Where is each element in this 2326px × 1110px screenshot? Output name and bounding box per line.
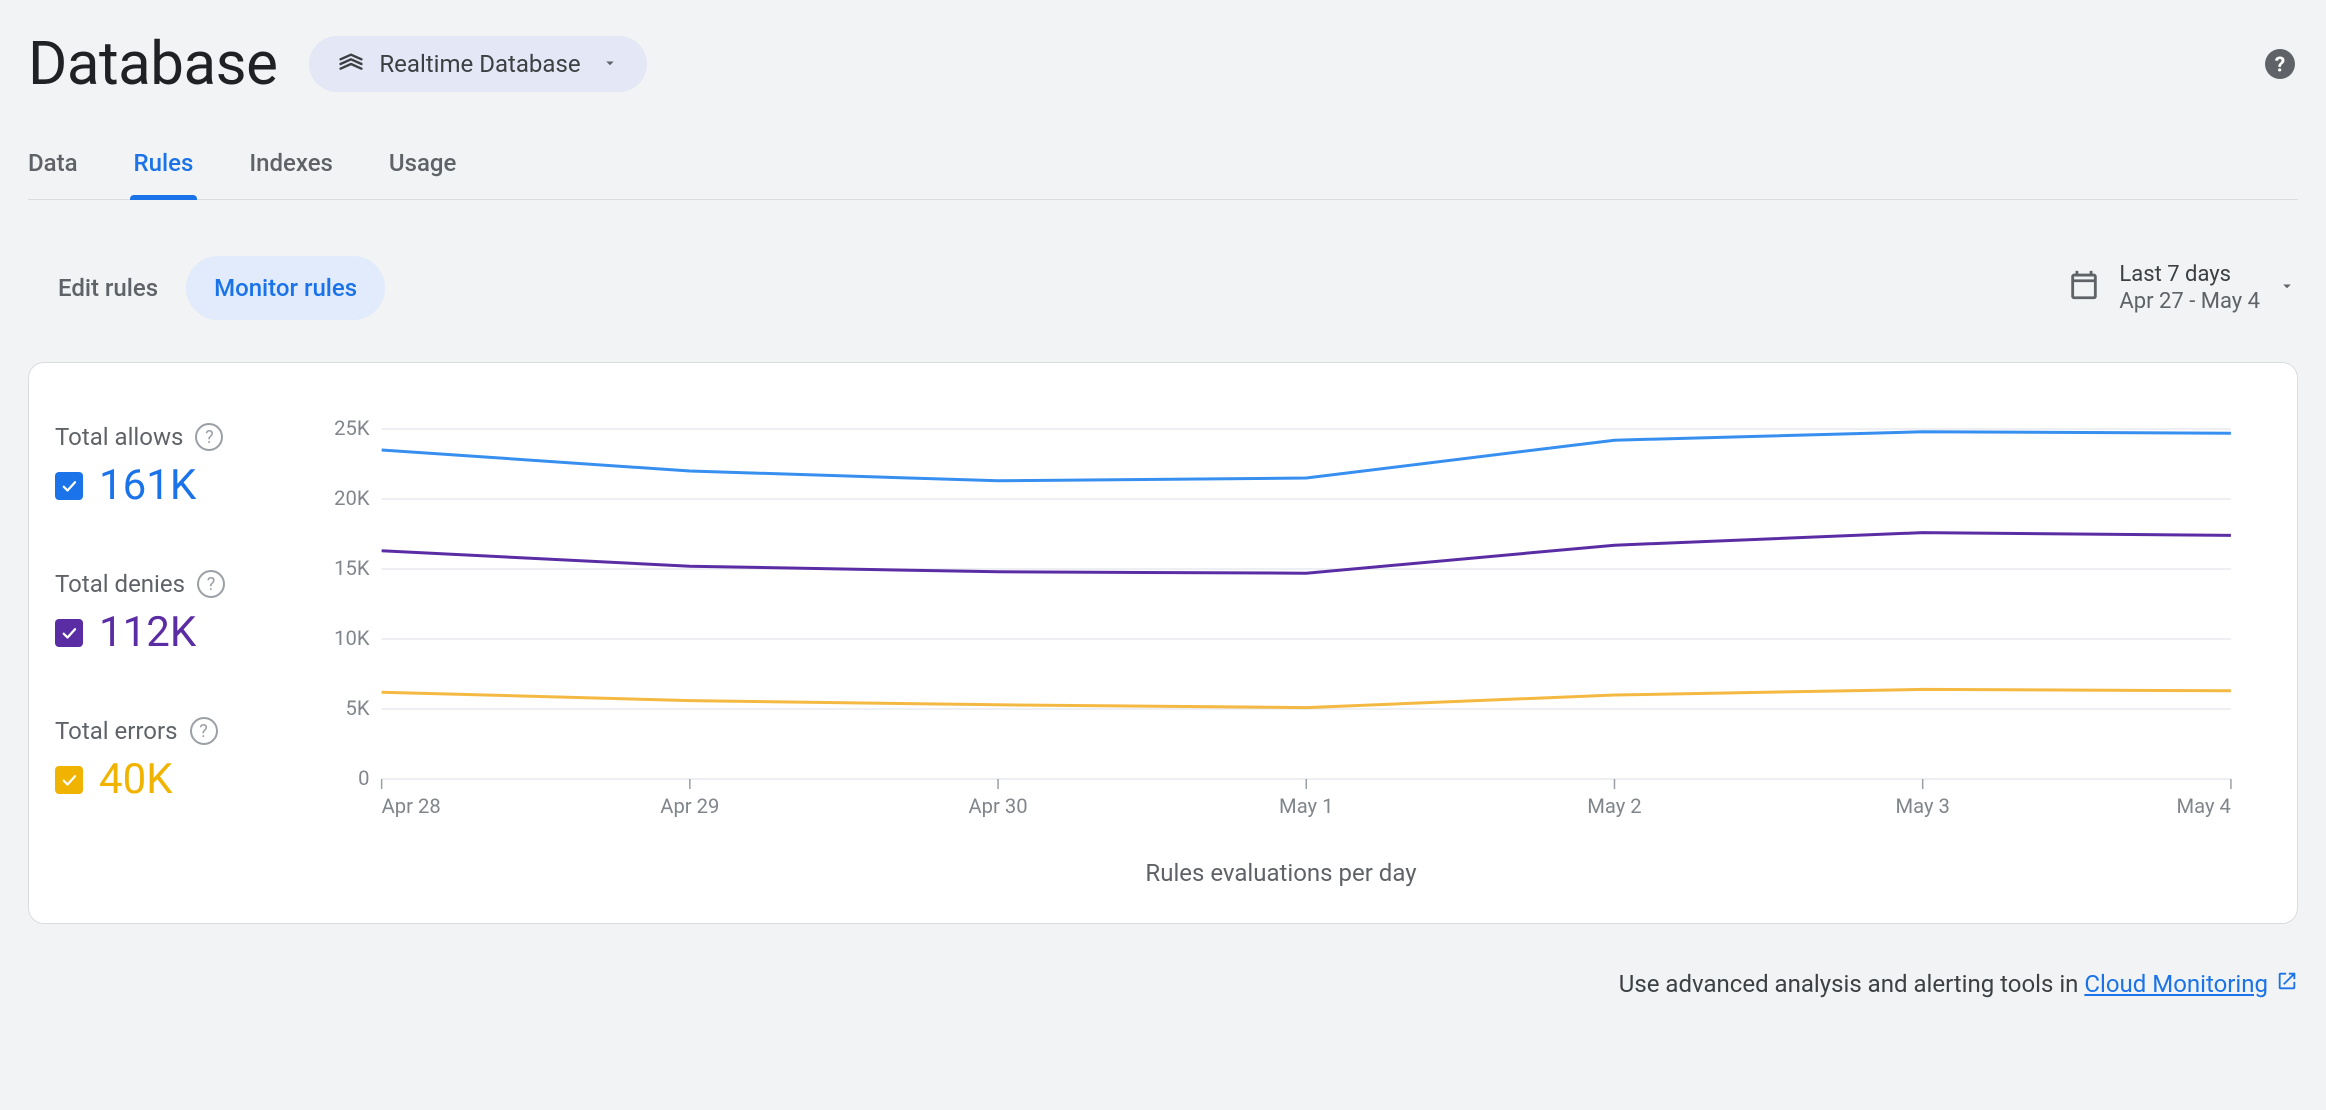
subtab-monitor-rules[interactable]: Monitor rules [186,256,385,320]
metric-denies-value: 112K [99,608,196,657]
svg-text:Apr 29: Apr 29 [660,794,719,818]
cloud-monitoring-hint: Use advanced analysis and alerting tools… [28,970,2298,998]
realtime-database-icon [337,50,365,78]
help-allows-icon[interactable]: ? [195,423,223,451]
legend-item-allows: Total allows ? 161K [55,423,285,510]
legend-denies-label: Total denies [55,570,185,598]
tab-rules[interactable]: Rules [134,149,194,199]
rules-evaluations-chart: 0 5K 10K 15K 20K 25K Apr 28 Apr 29 Apr 30 May 1 Ma… [321,419,2241,887]
svg-text:?: ? [2275,53,2285,77]
legend-allows-label: Total allows [55,423,183,451]
svg-text:20K: 20K [334,486,370,510]
chart-legend: Total allows ? 161K Total denies ? 112K [55,419,285,887]
legend-item-denies: Total denies ? 112K [55,570,285,657]
metric-errors-value: 40K [99,755,173,804]
svg-text:Apr 30: Apr 30 [969,794,1028,818]
help-denies-icon[interactable]: ? [197,570,225,598]
svg-text:15K: 15K [334,556,370,580]
checkbox-denies[interactable] [55,619,83,647]
svg-text:Apr 28: Apr 28 [382,794,441,818]
svg-text:10K: 10K [334,626,370,650]
svg-text:5K: 5K [345,696,369,720]
page-title: Database [28,28,277,99]
svg-text:25K: 25K [334,419,370,440]
svg-text:May 1: May 1 [1279,794,1333,818]
tab-indexes[interactable]: Indexes [249,149,333,199]
svg-text:May 3: May 3 [1895,794,1949,818]
open-external-icon [2276,970,2298,998]
chart-title: Rules evaluations per day [321,859,2241,887]
chevron-down-icon [601,50,619,78]
tab-data[interactable]: Data [28,149,78,199]
subtab-edit-rules[interactable]: Edit rules [30,256,186,320]
legend-errors-label: Total errors [55,717,178,745]
metric-allows-value: 161K [99,461,196,510]
checkbox-errors[interactable] [55,766,83,794]
svg-text:May 2: May 2 [1587,794,1641,818]
svg-text:0: 0 [358,766,369,790]
date-range-picker[interactable]: Last 7 days Apr 27 - May 4 [2067,261,2296,316]
help-errors-icon[interactable]: ? [190,717,218,745]
main-tabs: Data Rules Indexes Usage [28,149,2298,200]
tab-usage[interactable]: Usage [389,149,456,199]
help-icon[interactable]: ? [2262,46,2298,82]
date-range-value: Apr 27 - May 4 [2119,288,2260,316]
svg-text:May 4: May 4 [2176,794,2230,818]
checkbox-allows[interactable] [55,472,83,500]
database-selector-dropdown[interactable]: Realtime Database [309,36,646,92]
chevron-down-icon [2278,276,2296,301]
legend-item-errors: Total errors ? 40K [55,717,285,804]
cloud-monitoring-link-label: Cloud Monitoring [2084,970,2268,998]
monitor-rules-card: Total allows ? 161K Total denies ? 112K [28,362,2298,924]
database-selector-label: Realtime Database [379,50,580,78]
cloud-monitoring-link[interactable]: Cloud Monitoring [2084,970,2298,998]
footer-text: Use advanced analysis and alerting tools… [1619,970,2085,998]
date-range-label: Last 7 days [2119,261,2260,289]
calendar-icon [2067,268,2101,308]
